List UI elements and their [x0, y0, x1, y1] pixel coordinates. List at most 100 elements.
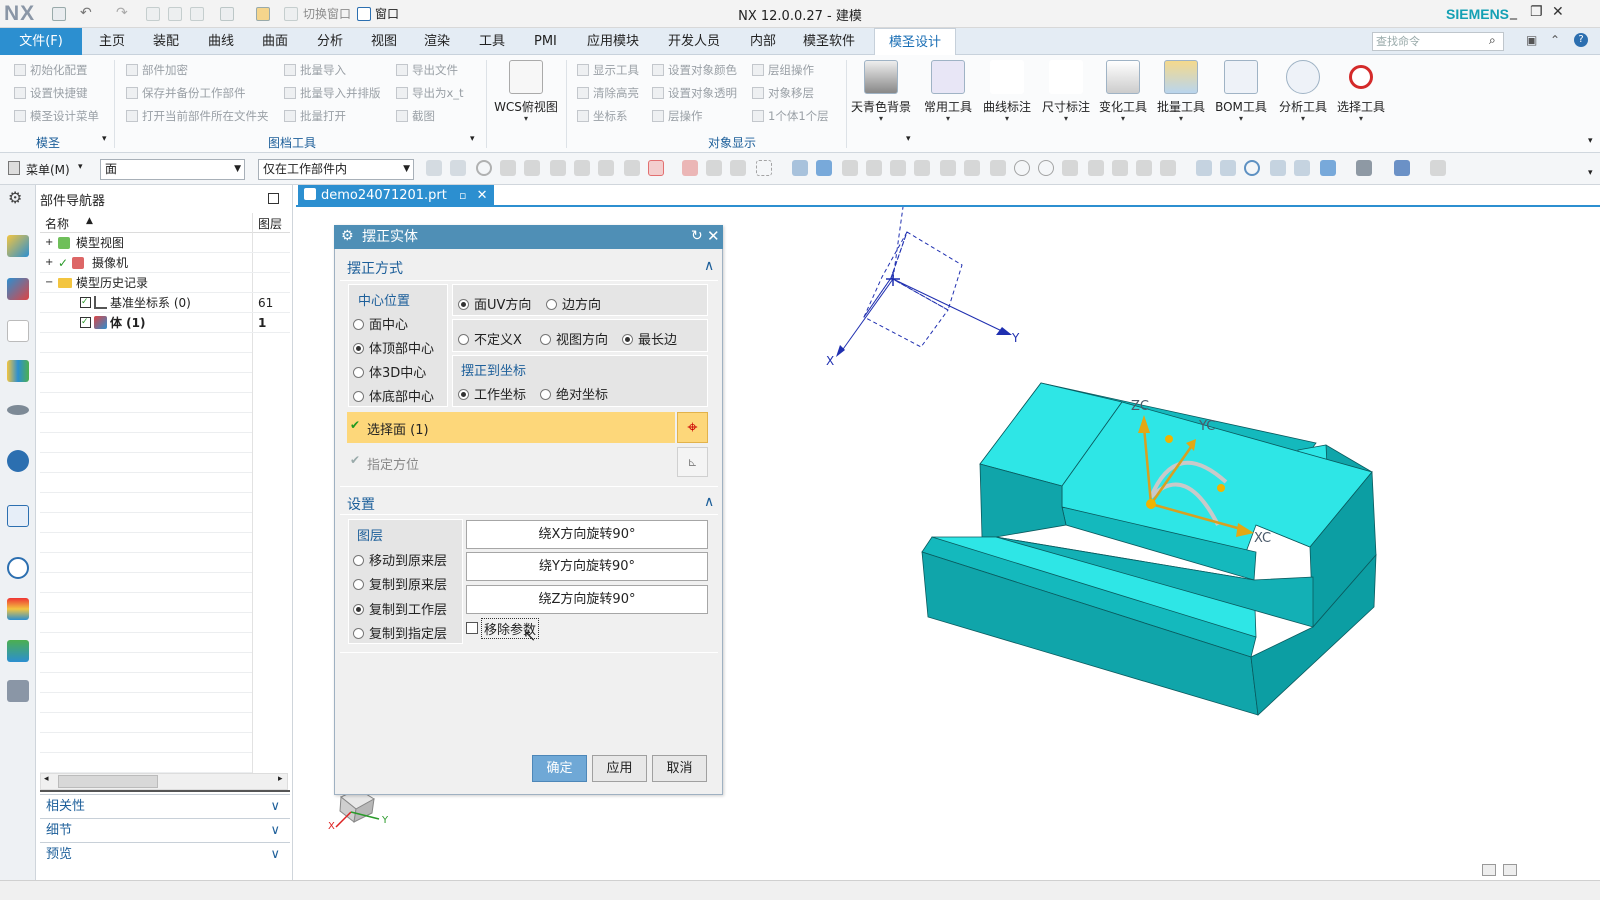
file-tab[interactable]: 文件(F) [0, 28, 82, 55]
view-cube-icon[interactable] [1394, 160, 1410, 176]
part-navigator-icon[interactable] [7, 320, 29, 342]
snap-icon[interactable] [706, 160, 722, 176]
collapse-icon[interactable]: − [45, 273, 53, 293]
snap-icon[interactable] [890, 160, 906, 176]
sort-ascending-icon[interactable]: ▲ [86, 216, 93, 226]
remove-params-checkbox[interactable] [466, 622, 478, 634]
document-tab[interactable]: demo24071201.prt ▫ ✕ [298, 185, 494, 207]
tab-analysis[interactable]: 分析 [317, 28, 343, 55]
snap-icon[interactable] [450, 160, 466, 176]
dialog-close-icon[interactable]: ✕ [707, 227, 720, 245]
snap-icon[interactable] [1112, 160, 1128, 176]
part-encrypt-button[interactable]: 部件加密 [126, 62, 188, 78]
radio-absolute-coord[interactable]: 绝对坐标 [540, 384, 608, 403]
constraint-navigator-icon[interactable] [7, 278, 29, 300]
snap-icon[interactable] [914, 160, 930, 176]
design-menu-button[interactable]: 模圣设计菜单 [14, 108, 99, 124]
radio-work-coord[interactable]: 工作坐标 [458, 384, 526, 403]
snap-icon[interactable] [842, 160, 858, 176]
group-expand-icon[interactable]: ▾ [470, 134, 475, 144]
assembly-navigator-icon[interactable] [7, 235, 29, 257]
filter-icon[interactable] [500, 160, 516, 176]
tree-row-model-views[interactable]: + 模型视图 [40, 233, 290, 253]
scroll-right-icon[interactable]: ▸ [278, 774, 283, 784]
snap-icon[interactable] [1062, 160, 1078, 176]
layer-group-button[interactable]: 层组操作 [752, 62, 814, 78]
rotate-y-90-button[interactable]: 绕Y方向旋转90° [466, 552, 708, 581]
ok-button[interactable]: 确定 [532, 755, 587, 782]
scope-filter-select[interactable]: 仅在工作部件内 ▼ [258, 159, 414, 180]
snap-point-icon[interactable] [682, 160, 698, 176]
expand-icon[interactable]: + [45, 233, 53, 253]
expand-icon[interactable]: + [45, 253, 53, 273]
render-style-icon[interactable] [1356, 160, 1372, 176]
tree-row-datum-csys[interactable]: ✓ 基准坐标系 (0) 61 [40, 293, 290, 313]
save-backup-button[interactable]: 保存并备份工作部件 [126, 85, 246, 101]
filter-icon[interactable] [624, 160, 640, 176]
cyan-background-button[interactable]: 天青色背景 ▾ [846, 60, 916, 123]
tab-moshen-software[interactable]: 模圣软件 [803, 28, 855, 55]
snap-icon[interactable] [990, 160, 1006, 176]
bom-tools-button[interactable]: BOM工具 ▾ [1206, 60, 1276, 123]
layout-icon[interactable]: ▣ [1526, 33, 1537, 47]
tab-internal[interactable]: 内部 [750, 28, 776, 55]
fit-view-icon[interactable] [1196, 160, 1212, 176]
filter-icon[interactable] [574, 160, 590, 176]
search-icon[interactable]: ⌕ [1489, 33, 1496, 48]
radio-face-center[interactable]: 面中心 [353, 314, 408, 333]
cancel-button[interactable]: 取消 [652, 755, 707, 782]
wcs-top-view-button[interactable]: WCS俯视图 ▾ [491, 60, 561, 123]
layer-ops-button[interactable]: 层操作 [652, 108, 703, 124]
clear-highlight-button[interactable]: 清除高亮 [577, 85, 639, 101]
apply-button[interactable]: 应用 [592, 755, 647, 782]
set-transparency-button[interactable]: 设置对象透明 [652, 85, 737, 101]
filter-icon[interactable] [598, 160, 614, 176]
section-view-icon[interactable] [1430, 160, 1446, 176]
minimize-button[interactable]: _ [1510, 4, 1517, 20]
tree-row-history[interactable]: − 模型历史记录 [40, 273, 290, 293]
maximize-panel-icon[interactable] [268, 193, 279, 204]
group-expand-icon[interactable]: ▾ [102, 134, 107, 144]
section-settings[interactable]: 设置 [347, 494, 375, 514]
view-icon[interactable] [816, 160, 832, 176]
radio-edge-direction[interactable]: 边方向 [546, 294, 601, 313]
pan-icon[interactable] [1270, 160, 1286, 176]
dependencies-section[interactable]: 相关性 ∨ [40, 794, 290, 818]
radio-move-original-layer[interactable]: 移动到原来层 [353, 550, 447, 569]
rotate-z-90-button[interactable]: 绕Z方向旋转90° [466, 585, 708, 614]
fullscreen-icon[interactable] [1503, 864, 1517, 876]
status-icon[interactable] [1482, 864, 1496, 876]
type-filter-select[interactable]: 面 ▼ [100, 159, 245, 180]
radio-undefined-x[interactable]: 不定义X [458, 329, 522, 348]
specify-orientation-row[interactable]: ✔ 指定方位 [347, 448, 675, 476]
checkbox-checked-icon[interactable]: ✓ [80, 297, 91, 308]
filter-icon[interactable] [524, 160, 540, 176]
close-tab-icon[interactable]: ✕ [477, 188, 488, 203]
menu-dropdown-icon[interactable]: ▾ [78, 162, 83, 172]
history-icon[interactable] [7, 505, 29, 527]
radio-body-3d-center[interactable]: 体3D中心 [353, 362, 426, 381]
batch-import-button[interactable]: 批量导入 [284, 62, 346, 78]
group-expand-icon[interactable]: ▾ [906, 134, 911, 144]
tab-tools[interactable]: 工具 [479, 28, 505, 55]
move-layer-button[interactable]: 对象移层 [752, 85, 814, 101]
screenshot-button[interactable]: 截图 [396, 108, 435, 124]
column-layer-header[interactable]: 图层 [258, 215, 282, 232]
set-color-button[interactable]: 设置对象颜色 [652, 62, 737, 78]
scroll-left-icon[interactable]: ◂ [44, 774, 49, 784]
radio-copy-work-layer[interactable]: 复制到工作层 [353, 599, 447, 618]
snap-circle-icon[interactable] [1038, 160, 1054, 176]
deselect-icon[interactable] [476, 160, 492, 176]
chevron-up-icon[interactable]: ∧ [704, 258, 714, 274]
tab-applications[interactable]: 应用模块 [587, 28, 639, 55]
collapse-ribbon-icon[interactable]: ⌃ [1550, 33, 1560, 47]
toolbar-options-icon[interactable]: ▾ [1588, 168, 1593, 178]
snap-icon[interactable] [1160, 160, 1176, 176]
rotate-x-90-button[interactable]: 绕X方向旋转90° [466, 520, 708, 549]
close-button[interactable]: ✕ [1552, 4, 1564, 20]
display-mode-icon[interactable] [1320, 160, 1336, 176]
radio-longest-edge[interactable]: 最长边 [622, 329, 677, 348]
tab-moshen-design[interactable]: 模圣设计 [874, 28, 957, 55]
snap-icon[interactable] [426, 160, 442, 176]
display-tools-button[interactable]: 显示工具 [577, 62, 639, 78]
